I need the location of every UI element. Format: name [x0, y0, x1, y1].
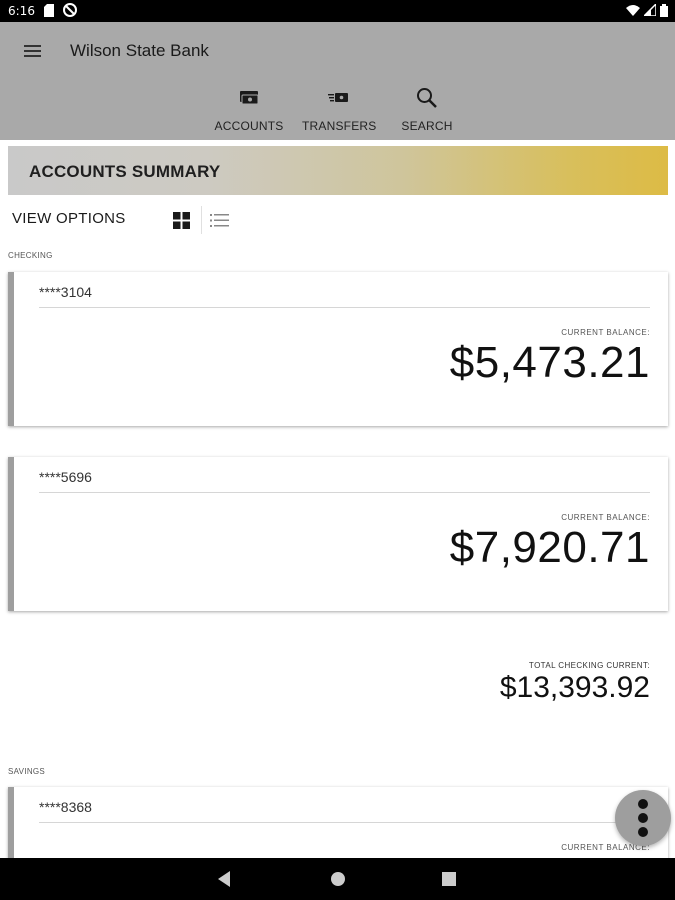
- sd-card-icon: [44, 4, 54, 17]
- account-card-savings-8368[interactable]: ****8368 CURRENT BALANCE:: [8, 787, 668, 867]
- more-vert-icon: [638, 799, 648, 809]
- accounts-icon: [214, 86, 284, 110]
- cell-signal-icon: [644, 4, 656, 16]
- account-card-checking-5696[interactable]: ****5696 CURRENT BALANCE: $7,920.71: [8, 457, 668, 611]
- more-options-button[interactable]: [615, 790, 671, 846]
- view-options-label: VIEW OPTIONS: [12, 210, 126, 227]
- back-icon[interactable]: [216, 870, 232, 893]
- transfers-icon: [302, 86, 374, 110]
- status-bar: 6:16: [0, 0, 675, 22]
- card-divider: [39, 822, 650, 823]
- total-checking-value: $13,393.92: [499, 671, 650, 704]
- current-balance-label: CURRENT BALANCE:: [561, 513, 650, 522]
- current-balance-value: $5,473.21: [449, 338, 650, 387]
- account-number: ****3104: [39, 284, 92, 300]
- nav-accounts[interactable]: ACCOUNTS: [214, 86, 284, 133]
- page-title: ACCOUNTS SUMMARY: [29, 162, 221, 181]
- current-balance-label: CURRENT BALANCE:: [561, 328, 650, 337]
- nav-accounts-label: ACCOUNTS: [214, 119, 284, 133]
- app-title: Wilson State Bank: [70, 41, 209, 60]
- checking-section-label: CHECKING: [8, 251, 53, 260]
- recents-icon[interactable]: [442, 872, 456, 891]
- do-not-disturb-icon: [63, 3, 77, 17]
- nav-search-label: SEARCH: [401, 119, 453, 133]
- account-number: ****5696: [39, 469, 92, 485]
- accounts-summary-banner: ACCOUNTS SUMMARY: [8, 146, 668, 195]
- nav-transfers[interactable]: TRANSFERS: [302, 86, 377, 133]
- system-nav-bar: [0, 858, 675, 900]
- view-options-divider: [201, 206, 202, 234]
- search-icon: [398, 86, 456, 110]
- total-checking-label: TOTAL CHECKING CURRENT:: [528, 661, 650, 670]
- list-view-icon[interactable]: [210, 212, 230, 229]
- card-divider: [39, 492, 650, 493]
- current-balance-value: $7,920.71: [449, 523, 650, 572]
- hamburger-menu-icon[interactable]: [20, 38, 46, 64]
- savings-section-label: SAVINGS: [8, 767, 46, 776]
- nav-transfers-label: TRANSFERS: [302, 119, 377, 133]
- nav-search[interactable]: SEARCH: [398, 86, 456, 133]
- battery-icon: [660, 4, 668, 17]
- account-number: ****8368: [39, 799, 92, 815]
- wifi-icon: [626, 5, 640, 16]
- home-icon[interactable]: [330, 871, 346, 892]
- account-card-checking-3104[interactable]: ****3104 CURRENT BALANCE: $5,473.21: [8, 272, 668, 426]
- grid-view-icon[interactable]: [173, 212, 190, 229]
- status-time: 6:16: [8, 4, 35, 18]
- app-bar: Wilson State Bank ACCOUNTS TRANSFERS SEA…: [0, 22, 675, 140]
- card-divider: [39, 307, 650, 308]
